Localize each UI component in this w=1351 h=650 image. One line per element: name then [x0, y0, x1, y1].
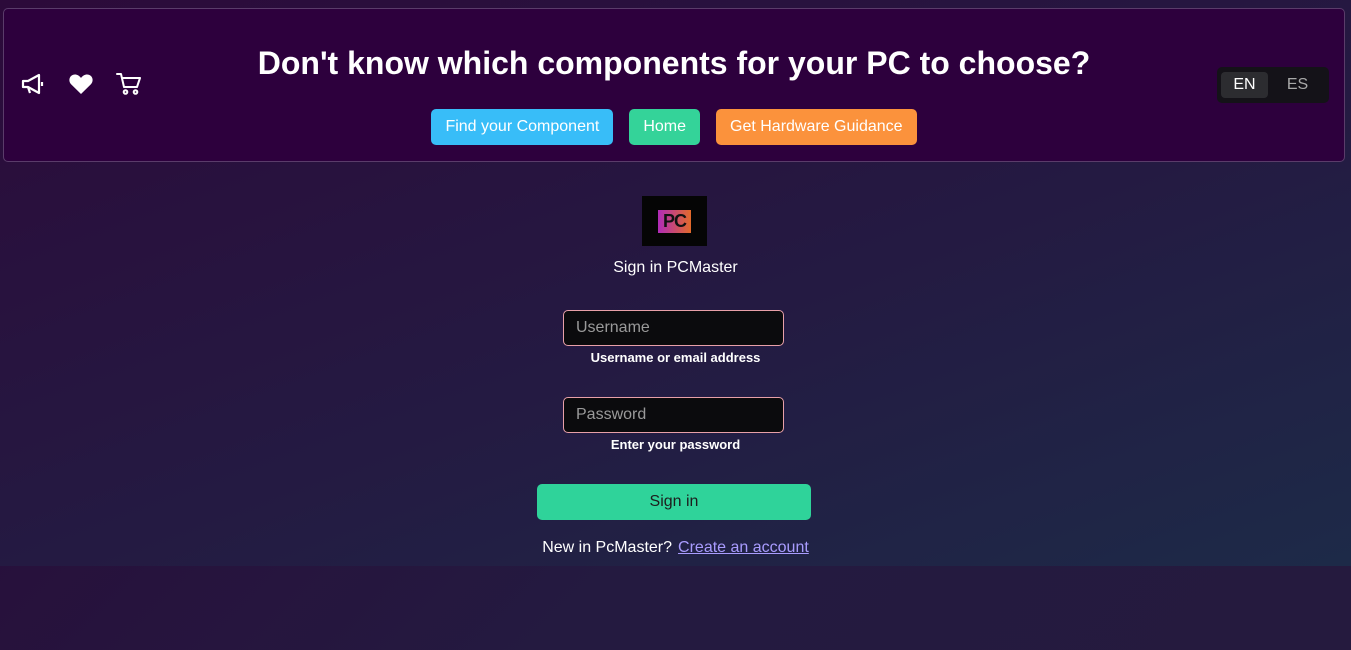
language-en-button[interactable]: EN	[1221, 72, 1268, 98]
password-input[interactable]	[563, 397, 784, 433]
pcmaster-logo: PC	[642, 196, 707, 246]
page: Don't know which components for your PC …	[0, 0, 1351, 650]
headline: Don't know which components for your PC …	[257, 45, 1091, 81]
signin-button[interactable]: Sign in	[537, 484, 811, 520]
top-header: Don't know which components for your PC …	[3, 8, 1345, 162]
username-input[interactable]	[563, 310, 784, 346]
home-button[interactable]: Home	[629, 109, 700, 145]
signup-row: New in PcMaster? Create an account	[0, 539, 1351, 557]
hardware-guidance-button[interactable]: Get Hardware Guidance	[716, 109, 917, 145]
logo-mark: PC	[658, 209, 691, 233]
username-hint: Username or email address	[590, 350, 761, 365]
create-account-link[interactable]: Create an account	[678, 539, 809, 556]
nav-buttons: Find your Component Home Get Hardware Gu…	[4, 109, 1344, 145]
language-es-button[interactable]: ES	[1274, 72, 1321, 98]
find-component-button[interactable]: Find your Component	[431, 109, 614, 145]
language-toggle: EN ES	[1217, 67, 1329, 103]
signin-title: Sign in PCMaster	[613, 259, 738, 276]
signup-prompt: New in PcMaster?	[542, 539, 673, 556]
password-hint: Enter your password	[610, 437, 741, 452]
